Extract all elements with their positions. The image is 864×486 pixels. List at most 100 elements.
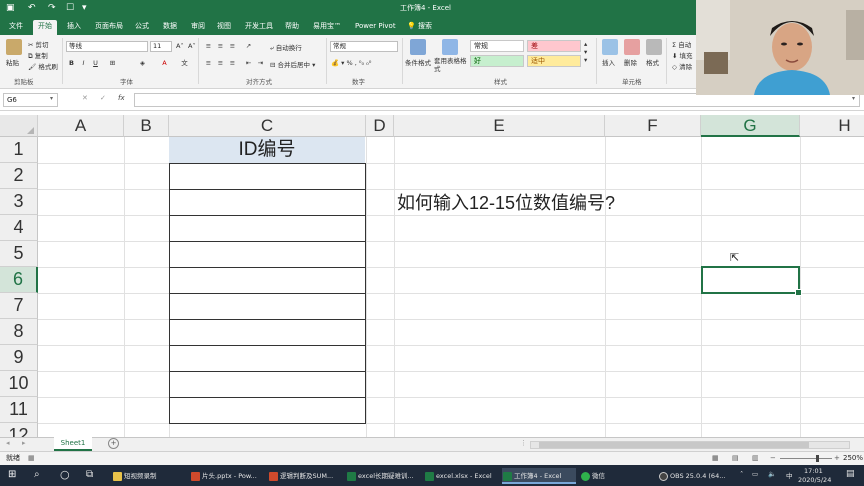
- font-name-select[interactable]: 等线: [66, 41, 148, 52]
- cell-c5[interactable]: [169, 241, 366, 268]
- indent-increase-icon[interactable]: ⇥: [256, 59, 265, 67]
- tab-page-layout[interactable]: 页面布局: [90, 20, 128, 35]
- copy-button[interactable]: ⧉ 复制: [28, 50, 48, 61]
- formula-input[interactable]: [134, 93, 860, 107]
- row-header-10[interactable]: 10: [0, 371, 38, 397]
- fill-color-icon[interactable]: ◈: [138, 59, 147, 67]
- cell-c2[interactable]: [169, 163, 366, 190]
- conditional-format-button[interactable]: 条件格式: [405, 57, 431, 67]
- cancel-icon[interactable]: ✕: [82, 94, 88, 102]
- taskbar-item-pptx-logic[interactable]: 逻辑判断及SUM...: [268, 468, 342, 484]
- sheet-next-icon[interactable]: ▸: [22, 439, 26, 447]
- zoom-slider[interactable]: [780, 455, 832, 462]
- tab-insert[interactable]: 插入: [62, 20, 86, 35]
- tab-home[interactable]: 开始: [33, 20, 57, 35]
- cortana-icon[interactable]: ○: [60, 468, 70, 481]
- cell-c1-header[interactable]: ID编号: [169, 137, 365, 163]
- add-sheet-button[interactable]: +: [108, 438, 119, 449]
- accounting-icon[interactable]: 💰 ▾ % , ⁰₀ ₀⁰: [331, 59, 371, 67]
- cell-c4[interactable]: [169, 215, 366, 242]
- cell-e3-question[interactable]: 如何输入12-15位数值编号?: [397, 190, 615, 216]
- row-header-7[interactable]: 7: [0, 293, 38, 319]
- expand-formula-bar-icon[interactable]: ▾: [852, 95, 855, 102]
- align-middle-icon[interactable]: ≡: [216, 42, 225, 50]
- orientation-icon[interactable]: ↗: [244, 42, 253, 50]
- row-header-2[interactable]: 2: [0, 163, 38, 189]
- style-good[interactable]: 好: [470, 55, 524, 67]
- network-icon[interactable]: ▭: [752, 470, 758, 478]
- ime-indicator[interactable]: 中: [786, 470, 793, 480]
- checkbox-icon[interactable]: ☐: [66, 2, 74, 14]
- taskbar-item-excel-training[interactable]: excel长期疑难训...: [346, 468, 420, 484]
- insert-cells-icon[interactable]: [602, 39, 618, 55]
- insert-function-icon[interactable]: fx: [118, 94, 125, 102]
- styles-scroll-icon[interactable]: ▴ ▾ ▾: [584, 40, 587, 64]
- col-header-g[interactable]: G: [701, 115, 800, 137]
- taskbar-date[interactable]: 2020/5/24: [798, 476, 831, 484]
- italic-button[interactable]: I: [79, 59, 88, 67]
- col-header-e[interactable]: E: [394, 115, 605, 137]
- tab-formulas[interactable]: 公式: [130, 20, 154, 35]
- hscroll-options-icon[interactable]: ⋮: [520, 439, 527, 447]
- taskbar-item-obs[interactable]: OBS 25.0.4 (64...: [658, 468, 732, 484]
- number-format-select[interactable]: 常规: [330, 41, 398, 52]
- align-center-icon[interactable]: ≡: [216, 59, 225, 67]
- col-header-b[interactable]: B: [124, 115, 169, 137]
- row-header-11[interactable]: 11: [0, 397, 38, 423]
- format-painter-button[interactable]: 🖌 格式刷: [28, 61, 58, 71]
- tab-power-pivot[interactable]: Power Pivot: [350, 20, 401, 35]
- zoom-out-icon[interactable]: −: [770, 452, 776, 465]
- col-header-h[interactable]: H: [800, 115, 864, 137]
- align-top-icon[interactable]: ≡: [204, 42, 213, 50]
- name-box-dropdown-icon[interactable]: ▾: [50, 95, 53, 102]
- wrap-text-button[interactable]: ⤶ 自动换行: [270, 42, 302, 53]
- tab-review[interactable]: 审阅: [186, 20, 210, 35]
- indent-decrease-icon[interactable]: ⇤: [244, 59, 253, 67]
- page-layout-view-icon[interactable]: ▤: [732, 452, 739, 465]
- align-bottom-icon[interactable]: ≡: [228, 42, 237, 50]
- row-header-4[interactable]: 4: [0, 215, 38, 241]
- cell-c10[interactable]: [169, 371, 366, 398]
- table-format-icon[interactable]: [442, 39, 458, 55]
- row-header-9[interactable]: 9: [0, 345, 38, 371]
- tab-data[interactable]: 数据: [158, 20, 182, 35]
- cell-c3[interactable]: [169, 189, 366, 216]
- clear-button[interactable]: ◇ 清除: [672, 61, 692, 71]
- paste-button[interactable]: 粘贴: [6, 57, 19, 67]
- delete-cells-button[interactable]: 删除: [624, 57, 637, 67]
- tab-developer[interactable]: 开发工具: [240, 20, 278, 35]
- normal-view-icon[interactable]: ▦: [712, 452, 719, 465]
- row-header-6[interactable]: 6: [0, 267, 38, 293]
- row-header-3[interactable]: 3: [0, 189, 38, 215]
- redo-icon[interactable]: ↷: [48, 2, 56, 14]
- row-header-1[interactable]: 1: [0, 137, 38, 163]
- search-icon[interactable]: ⌕: [34, 469, 40, 480]
- style-neutral[interactable]: 适中: [527, 55, 581, 67]
- sheet-prev-icon[interactable]: ◂: [6, 439, 10, 447]
- zoom-slider-thumb[interactable]: [816, 455, 819, 462]
- conditional-format-icon[interactable]: [410, 39, 426, 55]
- tab-help[interactable]: 帮助: [280, 20, 304, 35]
- page-break-view-icon[interactable]: ▥: [752, 452, 759, 465]
- zoom-level[interactable]: 250%: [843, 452, 863, 465]
- autosum-button[interactable]: Σ 自动: [672, 39, 691, 49]
- merge-center-button[interactable]: ⊟ 合并后居中 ▾: [270, 59, 315, 69]
- row-header-8[interactable]: 8: [0, 319, 38, 345]
- enter-icon[interactable]: ✓: [100, 94, 106, 102]
- macro-record-icon[interactable]: ▦: [28, 452, 35, 465]
- taskbar-item-wechat[interactable]: 微信: [580, 468, 654, 484]
- zoom-in-icon[interactable]: +: [834, 452, 840, 465]
- selected-cell-g6[interactable]: [701, 266, 802, 296]
- sheet-tab-sheet1[interactable]: Sheet1: [54, 437, 92, 451]
- taskbar-item-video-recording[interactable]: 短视频录制: [112, 468, 186, 484]
- align-right-icon[interactable]: ≡: [228, 59, 237, 67]
- format-cells-button[interactable]: 格式: [646, 57, 659, 67]
- border-icon[interactable]: ⊞: [108, 59, 117, 67]
- task-view-icon[interactable]: ⧉: [86, 469, 93, 480]
- horizontal-scroll-thumb[interactable]: [539, 442, 809, 448]
- font-color-icon[interactable]: A: [160, 59, 169, 67]
- volume-icon[interactable]: 🔈: [768, 470, 776, 478]
- style-bad[interactable]: 差: [527, 40, 581, 52]
- row-header-5[interactable]: 5: [0, 241, 38, 267]
- cell-c8[interactable]: [169, 319, 366, 346]
